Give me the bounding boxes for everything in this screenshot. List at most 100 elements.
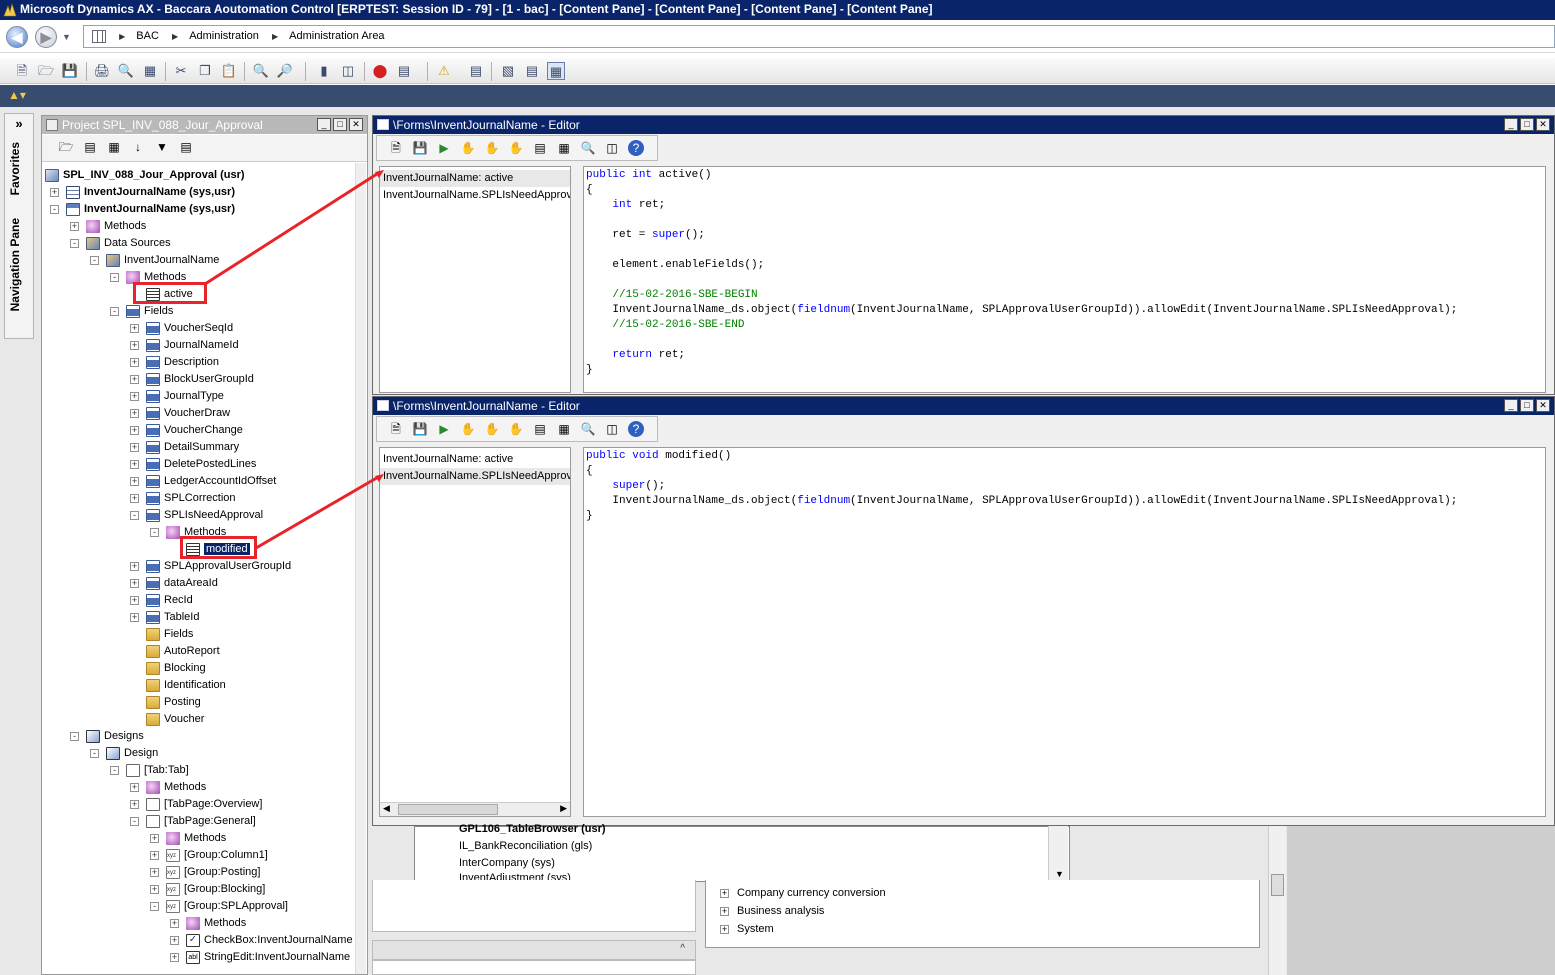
save-icon[interactable]: 💾 (412, 140, 428, 156)
project-tree-scrollbar[interactable] (355, 163, 366, 974)
method-item-active[interactable]: InventJournalName: active (380, 451, 570, 468)
aot-item[interactable]: IL_BankReconciliation (gls) (459, 838, 592, 855)
lookup-icon[interactable]: ▦ (556, 140, 572, 156)
enable-breakpoint-icon[interactable]: ✋ (484, 421, 500, 437)
tree-node[interactable]: + RecId (130, 592, 193, 609)
collapse-bar[interactable]: ^ (372, 940, 696, 960)
collapse-icon[interactable]: - (150, 527, 159, 537)
expand-icon[interactable]: + (150, 884, 159, 894)
run-icon[interactable]: ▶ (436, 421, 452, 437)
expand-icon[interactable]: + (130, 476, 139, 486)
tree-node[interactable]: + InventJournalName (sys,usr) (50, 184, 235, 201)
expand-icon[interactable]: + (130, 323, 139, 333)
find-icon[interactable]: ▤ (178, 139, 194, 155)
tree-node[interactable]: + DetailSummary (130, 439, 239, 456)
save-all-icon[interactable]: ▦ (106, 139, 122, 155)
content-scrollbar[interactable] (1268, 826, 1286, 975)
remove-breakpoints-icon[interactable]: ✋ (508, 421, 524, 437)
tree-node[interactable]: - Data Sources (70, 235, 171, 252)
expand-icon[interactable]: + (130, 408, 139, 418)
export-icon[interactable]: ▦ (141, 62, 159, 80)
maximize-button[interactable]: □ (1520, 399, 1534, 412)
lookup-icon[interactable]: ▦ (556, 421, 572, 437)
tree-node[interactable]: - xyz [Group:SPLApproval] (150, 898, 288, 915)
scroll-thumb[interactable] (1271, 874, 1284, 896)
print-icon[interactable]: 🖨 (93, 62, 111, 80)
tree-node[interactable]: + DeletePostedLines (130, 456, 256, 473)
save-icon[interactable]: 💾 (61, 62, 79, 80)
expand-icon[interactable]: + (150, 833, 159, 843)
expand-icon[interactable]: + (720, 906, 729, 916)
close-button[interactable]: ✕ (1536, 399, 1550, 412)
compile-icon[interactable]: ↓ (130, 139, 146, 155)
maximize-button[interactable]: □ (333, 118, 347, 131)
record-info-icon[interactable]: ▤ (467, 62, 485, 80)
tree-node[interactable]: - InventJournalName (90, 252, 219, 269)
scroll-left-icon[interactable]: ◀ (383, 803, 390, 814)
collapse-chevron-icon[interactable]: ^ (680, 943, 685, 954)
close-button[interactable]: ✕ (349, 118, 363, 131)
tree-node[interactable]: - [Tab:Tab] (110, 762, 189, 779)
tree-node[interactable]: + JournalNameId (130, 337, 239, 354)
expand-icon[interactable]: + (150, 850, 159, 860)
find-icon[interactable]: 🔍 (252, 62, 270, 80)
compile-icon[interactable]: ▤ (532, 140, 548, 156)
tree-node[interactable]: AutoReport (130, 643, 220, 660)
tree-node[interactable]: SPL_INV_088_Jour_Approval (usr) (45, 167, 245, 184)
method-item-active[interactable]: InventJournalName: active (380, 170, 570, 187)
save-icon[interactable]: 💾 (412, 421, 428, 437)
tree-node[interactable]: - [TabPage:General] (130, 813, 256, 830)
help-icon[interactable]: ? (628, 140, 644, 156)
expand-icon[interactable]: + (130, 561, 139, 571)
tree-node[interactable]: Blocking (130, 660, 206, 677)
expand-icon[interactable]: + (130, 442, 139, 452)
remove-breakpoints-icon[interactable]: ✋ (508, 140, 524, 156)
tree-node[interactable]: + xyz [Group:Posting] (150, 864, 260, 881)
find-icon[interactable]: 🔍 (580, 421, 596, 437)
enable-breakpoint-icon[interactable]: ✋ (484, 140, 500, 156)
tree-node[interactable]: + [TabPage:Overview] (130, 796, 262, 813)
content-pane-icon[interactable]: ▦ (547, 62, 565, 80)
navigation-pane-tab[interactable]: Navigation Pane (8, 218, 22, 311)
import-icon[interactable]: ▮ (315, 62, 333, 80)
minimize-button[interactable]: _ (317, 118, 331, 131)
collapse-icon[interactable]: - (110, 306, 119, 316)
expand-icon[interactable]: + (130, 612, 139, 622)
expand-icon[interactable]: + (130, 340, 139, 350)
compile-icon[interactable]: ▤ (532, 421, 548, 437)
find-icon[interactable]: 🔍 (580, 140, 596, 156)
tree-node[interactable]: Posting (130, 694, 201, 711)
collapse-icon[interactable]: - (50, 204, 59, 214)
tree-node[interactable]: + dataAreaId (130, 575, 218, 592)
collapse-icon[interactable]: - (70, 238, 79, 248)
collapse-icon[interactable]: - (110, 272, 119, 282)
scroll-thumb[interactable] (398, 804, 498, 815)
nav-item-system[interactable]: + System (720, 920, 774, 938)
aot-list-scrollbar[interactable]: ▼ (1048, 826, 1068, 881)
compile-icon[interactable]: ▤ (523, 62, 541, 80)
breadcrumb-module[interactable]: Administration (189, 26, 259, 47)
minimize-button[interactable]: _ (1504, 118, 1518, 131)
tree-node[interactable]: + Methods (150, 830, 226, 847)
stop-icon[interactable]: ⬤ (371, 62, 389, 80)
tree-node[interactable]: + Methods (70, 218, 146, 235)
expand-icon[interactable]: + (720, 888, 729, 898)
expand-icon[interactable]: + (130, 459, 139, 469)
aot-item[interactable]: GPL106_TableBrowser (usr) (459, 821, 606, 838)
copy-icon[interactable]: ❐ (196, 62, 214, 80)
new-icon[interactable]: 🗎 (388, 421, 404, 437)
expand-chevron-icon[interactable]: » (5, 116, 33, 131)
tree-node[interactable]: + TableId (130, 609, 199, 626)
expand-icon[interactable]: + (170, 918, 179, 928)
tree-node[interactable]: + abl StringEdit:InventJournalName (170, 949, 350, 966)
new-icon[interactable]: 🗎 (13, 62, 31, 80)
collapse-icon[interactable]: - (90, 255, 99, 265)
expand-icon[interactable]: + (170, 952, 179, 962)
cut-icon[interactable]: ✂ (172, 62, 190, 80)
tree-node[interactable]: - Designs (70, 728, 144, 745)
breadcrumb-company[interactable]: BAC (136, 26, 159, 47)
expand-icon[interactable]: + (130, 374, 139, 384)
scroll-down-icon[interactable]: ▼ (1055, 869, 1064, 879)
document-handling-icon[interactable]: ▤ (395, 62, 413, 80)
tree-node[interactable]: + Methods (170, 915, 246, 932)
